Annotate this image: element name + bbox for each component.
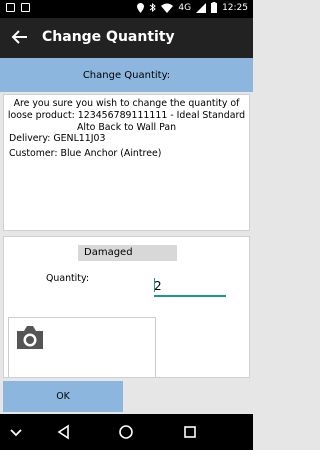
network-type: 4G bbox=[178, 2, 192, 13]
notification-icons bbox=[6, 3, 30, 12]
camera-icon[interactable] bbox=[14, 324, 46, 352]
quantity-input[interactable] bbox=[154, 277, 226, 297]
delivery-info: Delivery: GENL11J03 bbox=[9, 133, 106, 144]
clock: 12:25 bbox=[222, 2, 248, 13]
system-status: 4G 12:25 bbox=[137, 2, 248, 13]
section-header: Change Quantity: bbox=[0, 58, 253, 92]
confirmation-question: Are you sure you wish to change the quan… bbox=[7, 98, 246, 133]
bluetooth-icon bbox=[150, 2, 157, 13]
customer-info: Customer: Blue Anchor (Aintree) bbox=[9, 148, 162, 159]
battery-icon bbox=[211, 2, 218, 13]
page-title: Change Quantity bbox=[42, 29, 175, 45]
system-nav-bar bbox=[0, 414, 253, 450]
wifi-icon bbox=[161, 3, 174, 13]
recents-square-icon[interactable] bbox=[180, 422, 200, 442]
home-circle-icon[interactable] bbox=[116, 422, 136, 442]
back-triangle-icon[interactable] bbox=[54, 422, 74, 442]
status-bar: 4G 12:25 bbox=[0, 0, 253, 18]
chevron-down-icon[interactable] bbox=[6, 422, 26, 442]
arrow-back-icon[interactable] bbox=[10, 26, 30, 48]
quantity-panel: Damaged Quantity: bbox=[3, 236, 250, 378]
signal-icon bbox=[196, 2, 207, 13]
ok-button[interactable]: OK bbox=[3, 381, 123, 412]
app-bar: Change Quantity bbox=[0, 18, 253, 58]
location-icon bbox=[137, 2, 145, 13]
section-header-label: Change Quantity: bbox=[82, 69, 171, 81]
reason-dropdown[interactable]: Damaged bbox=[78, 245, 177, 261]
text-cursor bbox=[154, 278, 155, 292]
notification-icon bbox=[21, 3, 30, 12]
confirmation-panel: Are you sure you wish to change the quan… bbox=[3, 94, 250, 231]
notification-icon bbox=[6, 3, 15, 12]
quantity-label: Quantity: bbox=[46, 273, 89, 284]
photo-capture-area[interactable] bbox=[8, 317, 156, 377]
